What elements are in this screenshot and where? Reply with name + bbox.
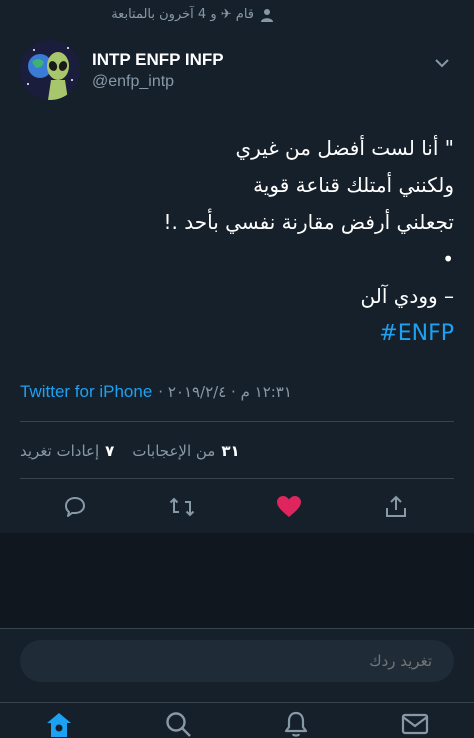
social-context-bar: قام ﻿✈ و 4 آخرون بالمتابعة [0, 0, 474, 36]
likes-stat[interactable]: ٣١ من الإعجابات [132, 442, 239, 460]
reply-icon[interactable] [62, 494, 88, 520]
feed-background [0, 533, 474, 628]
author-name[interactable]: INTP ENFP INFP [92, 50, 224, 70]
home-icon[interactable] [44, 709, 74, 738]
divider [20, 421, 454, 422]
tweet-source-link[interactable]: Twitter for iPhone [20, 382, 152, 402]
notifications-icon[interactable] [281, 709, 311, 738]
tweet-actions [0, 486, 474, 526]
tweet-line: – وودي آلن [360, 284, 454, 308]
share-icon[interactable] [383, 494, 409, 520]
retweets-label: إعادات تغريد [20, 442, 100, 460]
tweet-line: " أنا لست أفضل من غيري [235, 136, 454, 160]
tweet-stats: ٣١ من الإعجابات ٧ إعادات تغريد [20, 438, 240, 464]
tweet-author: INTP ENFP INFP @enfp_intp [20, 40, 454, 106]
search-icon[interactable] [163, 709, 193, 738]
avatar[interactable] [20, 40, 80, 100]
tweet-meta: Twitter for iPhone ١٢:٣١ م · ٢٠١٩/٢/٤ · [20, 380, 454, 404]
tweet-bullet: • [442, 247, 454, 271]
retweets-count: ٧ [105, 442, 115, 460]
hashtag-link[interactable]: #ENFP [20, 315, 454, 352]
retweets-stat[interactable]: ٧ إعادات تغريد [20, 442, 114, 460]
reply-composer [0, 628, 474, 702]
tweet-text: " أنا لست أفضل من غيري ولكنني أمتلك قناع… [20, 130, 454, 352]
retweet-icon[interactable] [169, 494, 195, 520]
heart-icon[interactable] [276, 494, 302, 520]
likes-count: ٣١ [221, 442, 240, 460]
user-icon [260, 8, 274, 22]
chevron-down-icon[interactable] [434, 54, 450, 68]
tweet-line: تجعلني أرفض مقارنة نفسي بأحد .! [163, 210, 454, 234]
social-context[interactable]: قام ﻿✈ و 4 آخرون بالمتابعة [111, 7, 274, 22]
divider [20, 478, 454, 479]
social-context-text: قام ﻿✈ و 4 آخرون بالمتابعة [111, 7, 254, 22]
author-handle[interactable]: @enfp_intp [92, 73, 174, 91]
bottom-nav [0, 702, 474, 738]
reply-input[interactable] [20, 640, 454, 682]
messages-icon[interactable] [400, 709, 430, 738]
likes-label: من الإعجابات [132, 442, 216, 460]
tweet-line: ولكنني أمتلك قناعة قوية [253, 173, 454, 197]
tweet-timestamp: ١٢:٣١ م · ٢٠١٩/٢/٤ · [158, 383, 292, 401]
